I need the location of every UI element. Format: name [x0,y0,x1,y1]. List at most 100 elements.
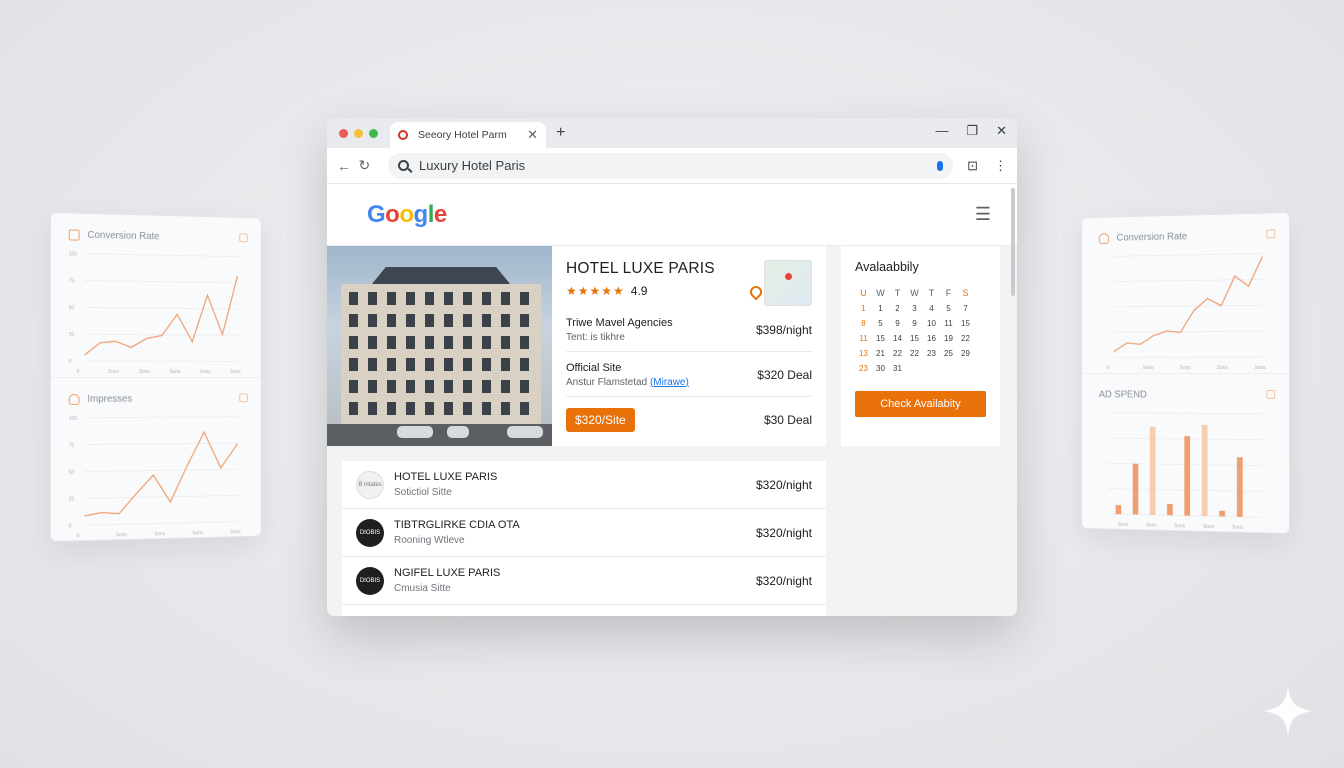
x-tick-label: Sons [1203,524,1215,530]
x-tick-label: Sons [1143,365,1154,371]
calendar-day-header: S [962,288,969,298]
calendar-date[interactable]: 21 [872,349,889,358]
conversion-rate-chart: Conversion Rate 100 75 50 25 0 0 Sons Sons Sons S… [51,213,261,377]
calendar-date[interactable]: 23 [923,349,940,358]
calendar-date[interactable]: 29 [957,349,974,358]
close-window-button[interactable]: ✕ [996,123,1007,139]
y-tick-label: 25 [69,497,75,503]
calendar-date[interactable]: 9 [889,319,906,328]
calendar-date[interactable]: 9 [906,319,923,328]
deal-provider: Official Site [566,361,622,374]
calendar-date[interactable]: 13 [855,349,872,358]
listing-row[interactable]: DIOBIS TIBTRGLIRKE CDIA OTA Rooning Wtleve… [342,509,826,557]
minimize-dot[interactable] [354,128,363,138]
left-analytics-panel: Conversion Rate 100 75 50 25 0 0 Sons Sons Sons S… [50,212,262,542]
tab-bar: Seeory Hotel Parm ✕ + — ❐ ✕ [327,118,1017,148]
chart-title: Conversion Rate [87,229,160,243]
calendar-date[interactable]: 1 [855,304,872,313]
calendar-date[interactable] [940,364,957,373]
gridline [1114,305,1263,307]
calendar-date[interactable]: 15 [872,334,889,343]
calendar-date[interactable]: 15 [957,319,974,328]
bar [1201,424,1208,517]
calendar-date[interactable] [906,364,923,373]
calendar-day-header: W [910,288,919,298]
calendar-day-header: T [894,288,901,298]
series-line [84,274,237,356]
y-tick-label: 25 [69,332,75,338]
calendar-date[interactable]: 14 [889,334,906,343]
calendar-date[interactable]: 22 [957,334,974,343]
back-button[interactable]: ← [337,158,358,174]
calendar-date[interactable]: 22 [906,349,923,358]
x-tick-label: Sons [1232,525,1244,531]
page-scrollbar[interactable] [1011,188,1015,296]
calendar-date[interactable]: 3 [906,304,923,313]
gridline [1108,413,1262,414]
listing-row[interactable]: B nitates HOTEL LUXE PARIS Sotictiol Sitte… [342,461,826,509]
x-tick-label: Sons [1146,522,1157,528]
x-tick-label: Sons [1180,365,1191,371]
calendar-date[interactable]: 15 [906,334,923,343]
calendar-date[interactable]: 2 [889,304,906,313]
listing-row[interactable]: DIOBIS NGIFEL LUXE PARIS Cmusia Sitte $320/… [342,557,826,605]
google-header: Google ☰ [327,184,1017,246]
conversion-rate-line-chart: 100 75 50 25 00 Sons Sons Sons Sons Sons [69,251,241,375]
deal-link[interactable]: (Mirawe) [650,377,689,388]
maximize-button[interactable]: ❐ [966,123,978,139]
calendar-date[interactable]: 5 [872,319,889,328]
calendar-date[interactable]: 5 [940,304,957,313]
zoom-dot[interactable] [369,128,378,138]
check-availability-button[interactable]: Check Availabity [855,391,986,417]
x-tick-label: Sons [200,369,211,375]
hamburger-menu-icon[interactable]: ☰ [975,204,991,225]
calendar-date[interactable]: 11 [855,334,872,343]
bar [1132,463,1139,515]
gridline [84,281,237,283]
address-bar-value[interactable]: Luxury Hotel Paris [419,158,525,173]
calendar-date[interactable] [957,364,974,373]
reload-button[interactable]: ↻ [358,157,379,174]
y-tick-label: 0 [69,359,72,365]
active-tab[interactable]: Seeory Hotel Parm ✕ [390,122,546,148]
google-logo[interactable]: Google [367,201,447,229]
x-tick-label: Sons [170,369,181,375]
calendar-date[interactable]: 8 [855,319,872,328]
x-tick-label: Sons [1217,365,1229,371]
browser-toolbar: ← ↻ Luxury Hotel Paris ⊡ ⋮ [327,148,1017,184]
map-thumbnail[interactable] [764,260,812,306]
calendar-date[interactable]: 1 [872,304,889,313]
calendar-day-header: F [945,288,952,298]
calendar-date[interactable]: 31 [889,364,906,373]
save-page-icon[interactable]: ⊡ [967,158,978,174]
minimize-button[interactable]: — [935,123,948,139]
ad-spend-chart: AD SPEND Sons Sons Sons Sons Sons [1082,373,1290,533]
ad-spend-bar-chart: Sons Sons Sons Sons Sons [1099,407,1267,531]
calendar-date[interactable]: 11 [940,319,957,328]
calendar-date[interactable]: 25 [940,349,957,358]
tab-close-icon[interactable]: ✕ [527,127,538,143]
hotel-photo[interactable] [327,246,552,446]
calendar-date[interactable]: 10 [923,319,940,328]
close-dot[interactable] [339,128,348,138]
calendar-date[interactable]: 16 [923,334,940,343]
new-tab-button[interactable]: + [556,124,565,142]
calendar-date[interactable]: 30 [872,364,889,373]
calendar-date[interactable] [923,364,940,373]
x-tick-label: Sons [1174,523,1185,529]
microphone-icon[interactable] [937,160,944,171]
deal-row[interactable]: Official Site Anstur Flamstetad (Mirawe)… [566,353,812,397]
calendar-date[interactable]: 19 [940,334,957,343]
calendar-date[interactable]: 7 [957,304,974,313]
deal-row[interactable]: Triwe Mavel Agencies Tent: is tikhre $39… [566,308,812,352]
address-bar[interactable]: Luxury Hotel Paris [387,152,954,179]
deal-price: $398/night [755,322,812,337]
more-menu-icon[interactable]: ⋮ [994,158,1007,174]
calendar-date[interactable]: 23 [855,364,872,373]
gridline [84,417,237,418]
calendar-date[interactable]: 22 [889,349,906,358]
deal-provider: Triwe Mavel Agencies [566,316,673,329]
lock-icon [1266,229,1276,239]
visit-site-button[interactable]: $320/Site [566,408,635,432]
calendar-date[interactable]: 4 [923,304,940,313]
